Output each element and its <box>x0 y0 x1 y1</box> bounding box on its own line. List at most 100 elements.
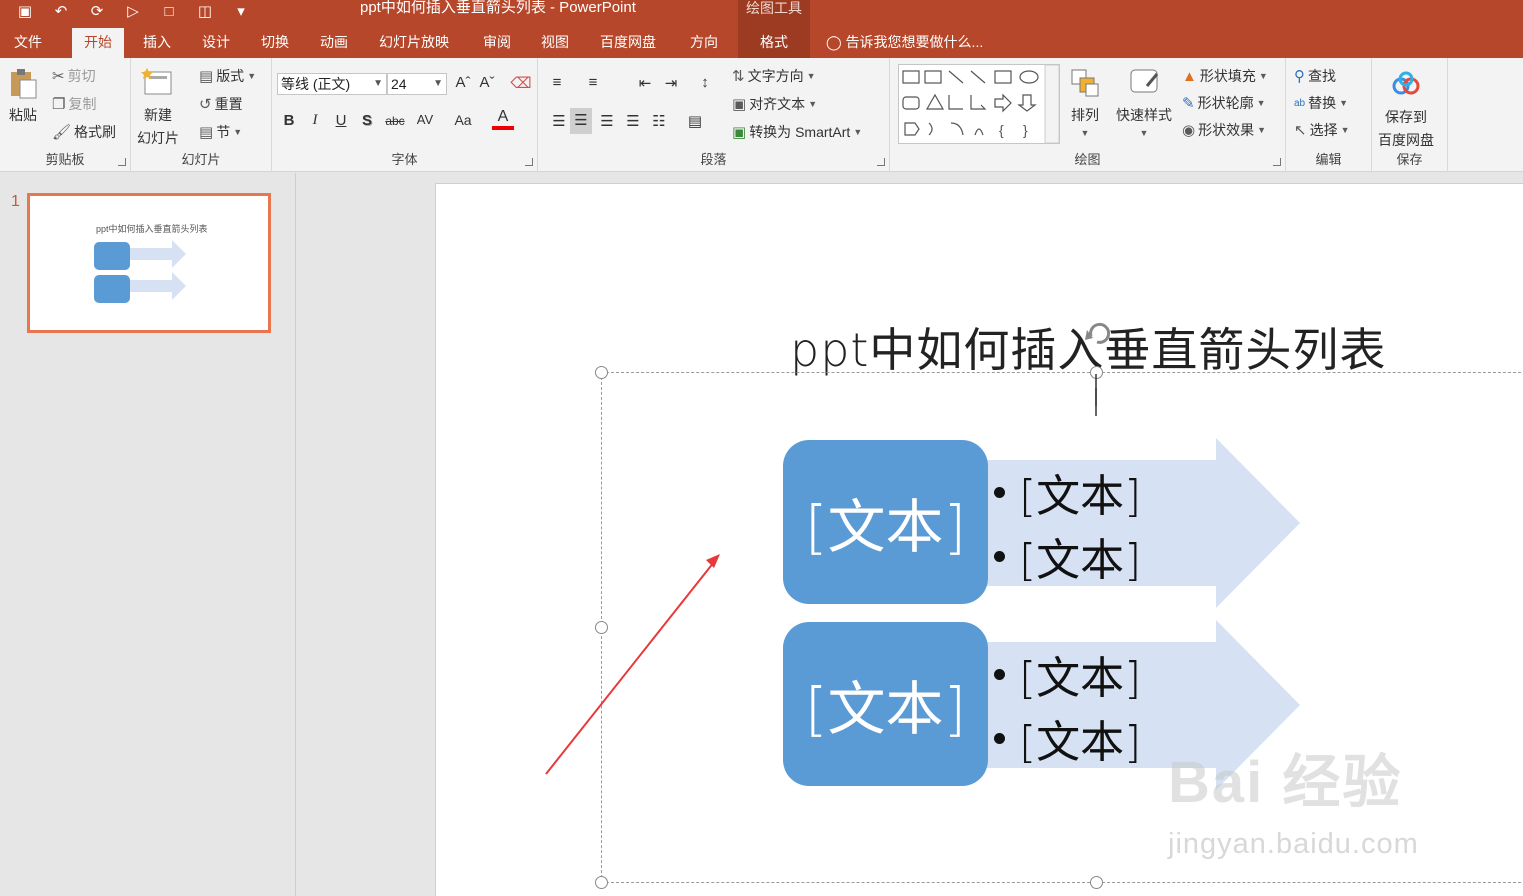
tab-direction[interactable]: 方向 <box>678 28 730 58</box>
save-to-baidu-button[interactable]: 保存到 百度网盘 <box>1378 68 1434 150</box>
tab-slideshow[interactable]: 幻灯片放映 <box>367 28 461 58</box>
cut-button[interactable]: ✂ 剪切 <box>52 66 96 86</box>
tab-animations[interactable]: 动画 <box>308 28 360 58</box>
bullet-item[interactable]: [文本] <box>994 642 1141 706</box>
format-painter-button[interactable]: 🖌 格式刷 <box>52 122 116 142</box>
tab-file[interactable]: 文件 <box>2 28 54 58</box>
change-case-button[interactable]: Aa <box>448 112 478 128</box>
tab-review[interactable]: 审阅 <box>471 28 523 58</box>
copy-button[interactable]: ❐ 复制 <box>52 94 96 114</box>
slide-thumbnail[interactable]: ppt中如何插入垂直箭头列表 <box>27 193 271 333</box>
replace-button[interactable]: ab 替换 ▼ <box>1294 93 1348 113</box>
rotate-handle[interactable] <box>1083 316 1113 406</box>
layout-button[interactable]: ▤ 版式 ▼ <box>199 66 256 86</box>
font-launcher[interactable] <box>525 158 533 166</box>
resize-handle-bottom[interactable] <box>1090 876 1103 889</box>
line-spacing-icon[interactable]: ↕ <box>694 74 716 91</box>
drawing-launcher[interactable] <box>1273 158 1281 166</box>
convert-smartart-button[interactable]: ▣ 转换为 SmartArt ▼ <box>732 122 862 142</box>
svg-text:{: { <box>999 122 1004 138</box>
copy-icon: ❐ <box>52 96 66 113</box>
chevron-down-icon: ▼ <box>233 127 243 137</box>
columns-icon[interactable]: ▤ <box>684 112 706 130</box>
char-spacing-button[interactable]: AV <box>410 112 440 127</box>
quick-styles-button[interactable]: 快速样式 ▼ <box>1116 66 1172 138</box>
tab-insert[interactable]: 插入 <box>131 28 183 58</box>
slide-thumbnails-pane: 1 ppt中如何插入垂直箭头列表 <box>0 173 296 896</box>
reset-icon: ↺ <box>199 96 212 113</box>
paragraph-launcher[interactable] <box>877 158 885 166</box>
bold-button[interactable]: B <box>278 112 300 129</box>
align-text-icon: ▣ <box>732 96 747 113</box>
arrange-icon <box>1071 69 1099 97</box>
layout-icon[interactable]: ◫ <box>194 2 216 20</box>
font-name-select[interactable]: 等线 (正文) ▼ <box>277 73 387 95</box>
arrange-button[interactable]: 排列 ▼ <box>1068 66 1102 138</box>
paste-button[interactable]: 粘贴 <box>6 66 40 125</box>
font-size-select[interactable]: 24 ▼ <box>387 73 447 95</box>
find-button[interactable]: ⚲ 查找 <box>1294 66 1336 86</box>
tab-home[interactable]: 开始 <box>72 28 124 58</box>
align-center-icon[interactable]: ☰ <box>570 108 592 134</box>
shapes-gallery[interactable]: {} <box>898 64 1060 144</box>
customize-icon[interactable]: ▾ <box>230 2 252 20</box>
level1-box-2[interactable]: [文本] <box>783 622 988 786</box>
section-button[interactable]: ▤ 节 ▼ <box>199 122 242 142</box>
underline-button[interactable]: U <box>330 112 352 129</box>
align-text-button[interactable]: ▣ 对齐文本 ▼ <box>732 94 817 114</box>
chevron-down-icon: ▼ <box>1080 128 1090 138</box>
shadow-button[interactable]: S <box>356 112 378 129</box>
tell-me-text: 告诉我您想要做什么... <box>845 34 984 50</box>
strikethrough-button[interactable]: abc <box>382 114 408 128</box>
bullets-icon[interactable]: ≡ <box>546 74 568 91</box>
resize-handle-bl[interactable] <box>595 876 608 889</box>
shape-outline-button[interactable]: ✎ 形状轮廓 ▼ <box>1182 93 1266 113</box>
present-icon[interactable]: ▷ <box>122 2 144 20</box>
tab-transitions[interactable]: 切换 <box>249 28 301 58</box>
tab-view[interactable]: 视图 <box>529 28 581 58</box>
shrink-font-icon[interactable]: Aˇ <box>476 74 498 91</box>
undo-icon[interactable]: ↶ <box>50 2 72 20</box>
italic-button[interactable]: I <box>304 112 326 129</box>
redo-icon[interactable]: ⟳ <box>86 2 108 20</box>
align-left-icon[interactable]: ☰ <box>548 112 570 130</box>
select-button[interactable]: ↖ 选择 ▼ <box>1294 120 1350 140</box>
grow-font-icon[interactable]: Aˆ <box>452 74 474 91</box>
resize-handle-tl[interactable] <box>595 366 608 379</box>
cursor-icon: ↖ <box>1294 122 1307 139</box>
window-title: ppt中如何插入垂直箭头列表 - PowerPoint <box>360 0 636 16</box>
new-slide-button[interactable]: 新建 幻灯片 <box>137 66 179 148</box>
decrease-indent-icon[interactable]: ⇤ <box>634 74 656 92</box>
shape-effects-button[interactable]: ◉ 形状效果 ▼ <box>1182 120 1266 140</box>
font-color-button[interactable]: A <box>492 108 514 130</box>
tab-format[interactable]: 格式 <box>738 28 810 58</box>
level1-box-1[interactable]: [文本] <box>783 440 988 604</box>
comment-icon[interactable]: □ <box>158 3 180 20</box>
numbering-icon[interactable]: ≡ <box>582 74 604 91</box>
group-label-save: 保存 <box>1396 152 1423 167</box>
text-direction-button[interactable]: ⇅ 文字方向 ▼ <box>732 66 816 86</box>
reset-button[interactable]: ↺ 重置 <box>199 94 243 114</box>
clipboard-launcher[interactable] <box>118 158 126 166</box>
clear-format-icon[interactable]: ⌫ <box>510 74 532 92</box>
group-label-paragraph: 段落 <box>700 152 727 167</box>
tab-baidu-netdisk[interactable]: 百度网盘 <box>588 28 668 58</box>
chevron-down-icon: ▼ <box>1139 128 1149 138</box>
bullet-item[interactable]: [文本] <box>994 524 1141 588</box>
save-icon[interactable]: ▣ <box>14 2 36 20</box>
chevron-down-icon: ▼ <box>808 99 818 109</box>
chevron-down-icon: ▼ <box>1256 98 1266 108</box>
bullet-item[interactable]: [文本] <box>994 706 1141 770</box>
align-right-icon[interactable]: ☰ <box>596 112 618 130</box>
tab-design[interactable]: 设计 <box>190 28 242 58</box>
scissors-icon: ✂ <box>52 68 65 85</box>
distribute-icon[interactable]: ☷ <box>648 112 670 130</box>
lightbulb-icon: ◯ <box>826 34 842 50</box>
bullet-item[interactable]: [文本] <box>994 460 1141 524</box>
tell-me-box[interactable]: ◯ 告诉我您想要做什么... <box>826 28 983 58</box>
increase-indent-icon[interactable]: ⇥ <box>660 74 682 92</box>
shapes-icons: {} <box>902 64 1060 144</box>
search-icon: ⚲ <box>1294 68 1305 85</box>
justify-icon[interactable]: ☰ <box>622 112 644 130</box>
shape-fill-button[interactable]: ▲ 形状填充 ▼ <box>1182 66 1268 86</box>
